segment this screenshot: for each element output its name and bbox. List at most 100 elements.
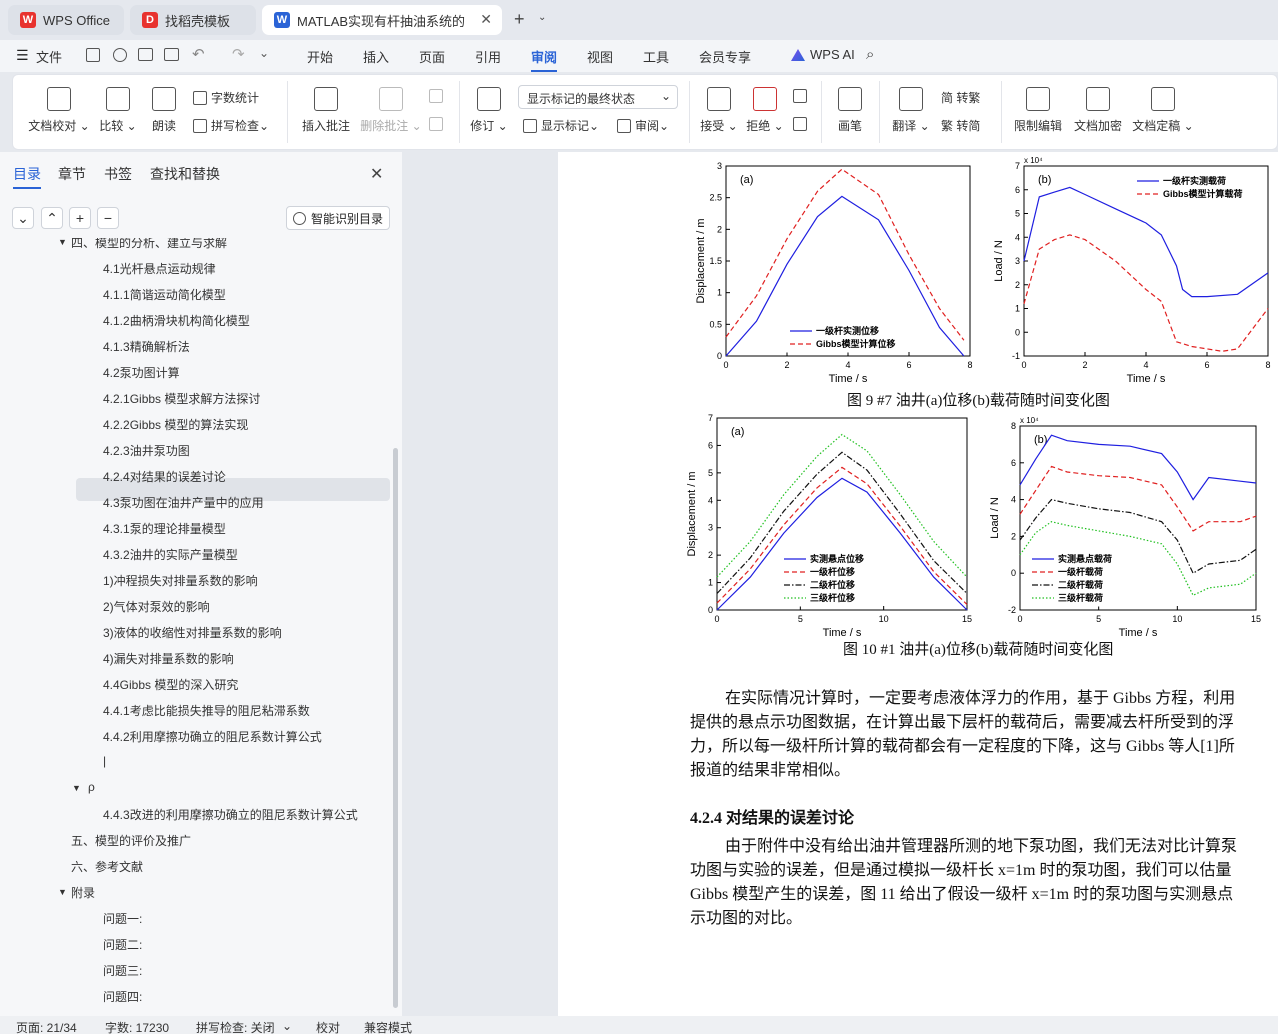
toc-expand-caret-icon[interactable]: ▼ <box>58 887 67 897</box>
toc-item[interactable]: 4.3泵功图在油井产量中的应用 <box>103 494 264 511</box>
toc-item[interactable]: 4.1.1简谐运动简化模型 <box>103 286 226 303</box>
toc-item[interactable]: 4.4Gibbs 模型的深入研究 <box>103 676 238 693</box>
redo-icon[interactable]: ↷ <box>232 45 245 63</box>
toc-item[interactable]: 1)冲程损失对排量系数的影响 <box>103 572 258 589</box>
menu-review[interactable]: 审阅 <box>531 47 558 72</box>
doc-proof-button[interactable]: 文档校对 ⌄ <box>27 87 91 134</box>
expand-button[interactable]: ⌃ <box>41 207 63 229</box>
page-indicator[interactable]: 页面: 21/34 <box>16 1019 77 1034</box>
next-change-button[interactable] <box>793 117 811 131</box>
tab-wps-office[interactable]: W WPS Office <box>8 5 124 35</box>
close-icon[interactable]: ✕ <box>370 164 383 184</box>
reject-button[interactable]: 拒绝 ⌄ <box>745 87 785 134</box>
wps-ai-icon[interactable] <box>791 49 805 61</box>
toc-item[interactable]: 4.4.1考虑比能损失推导的阻尼粘滞系数 <box>103 702 310 719</box>
read-aloud-button[interactable]: 朗读 <box>147 87 181 134</box>
word-count-button[interactable]: 字数统计 <box>193 89 259 106</box>
chevron-down-icon[interactable]: ⌄ <box>538 12 546 23</box>
menu-tools[interactable]: 工具 <box>643 47 669 66</box>
spell-check-status[interactable]: 拼写检查: 关闭 <box>196 1019 275 1034</box>
toc-item[interactable]: ρ <box>88 780 95 794</box>
toc-item[interactable]: 问题一: <box>103 910 142 927</box>
proof-status[interactable]: 校对 <box>316 1019 340 1034</box>
toc-item[interactable]: 4.2.1Gibbs 模型求解方法探讨 <box>103 390 260 407</box>
compare-button[interactable]: 比较 ⌄ <box>97 87 139 134</box>
toc-item[interactable]: 附录 <box>71 884 95 901</box>
save-icon[interactable] <box>86 48 100 62</box>
hamburger-icon[interactable]: ☰ <box>16 47 29 64</box>
remove-heading-button[interactable]: − <box>97 207 119 229</box>
toc-item[interactable]: 4.4.2利用摩擦功确立的阻尼系数计算公式 <box>103 728 322 745</box>
track-changes-button[interactable]: 修订 ⌄ <box>469 87 509 134</box>
spell-check-button[interactable]: 拼写检查 ⌄ <box>193 117 269 134</box>
next-comment-button[interactable] <box>429 117 447 131</box>
collapse-button[interactable]: ⌄ <box>12 207 34 229</box>
print-icon[interactable] <box>138 48 153 61</box>
prev-change-button[interactable] <box>793 89 811 103</box>
smart-toc-button[interactable]: 智能识别目录 <box>286 206 390 230</box>
menu-page[interactable]: 页面 <box>419 47 445 66</box>
menu-reference[interactable]: 引用 <box>475 47 501 66</box>
print-preview-icon[interactable] <box>164 48 179 61</box>
close-icon[interactable]: ✕ <box>480 11 492 28</box>
toc-item[interactable]: 3)液体的收缩性对排量系数的影响 <box>103 624 282 641</box>
review-pane-button[interactable]: 审阅 ⌄ <box>617 117 669 134</box>
toc-item[interactable]: 四、模型的分析、建立与求解 <box>71 238 227 251</box>
menu-file[interactable]: 文件 <box>36 47 62 66</box>
add-heading-button[interactable]: + <box>69 207 91 229</box>
insert-comment-button[interactable]: 插入批注 <box>299 87 353 134</box>
new-tab-icon[interactable]: + <box>514 9 525 30</box>
toc-item[interactable]: 问题四: <box>103 988 142 1005</box>
x-tick-label: 0 <box>1021 360 1026 370</box>
scrollbar[interactable] <box>393 448 398 1008</box>
menu-member[interactable]: 会员专享 <box>699 47 751 66</box>
toc-expand-caret-icon[interactable]: ▼ <box>58 238 67 247</box>
toc-item[interactable]: 六、参考文献 <box>71 858 143 875</box>
menu-insert[interactable]: 插入 <box>363 47 389 66</box>
toc-item[interactable]: 4)漏失对排量系数的影响 <box>103 650 234 667</box>
toc-item[interactable]: 4.1.2曲柄滑块机构简化模型 <box>103 312 250 329</box>
accept-button[interactable]: 接受 ⌄ <box>699 87 739 134</box>
toc-item[interactable]: 4.4.3改进的利用摩擦功确立的阻尼系数计算公式 <box>103 806 358 823</box>
to-traditional-button[interactable]: 简 转繁 <box>941 89 980 106</box>
toc-item[interactable]: 4.3.2油井的实际产量模型 <box>103 546 238 563</box>
toc-item[interactable]: 4.2.4对结果的误差讨论 <box>103 468 226 485</box>
encrypt-button[interactable]: 文档加密 <box>1071 87 1125 134</box>
tab-document[interactable]: W MATLAB实现有杆抽油系统的 ✕ <box>262 5 502 35</box>
toc-item[interactable]: 问题二: <box>103 936 142 953</box>
menu-wps-ai[interactable]: WPS AI <box>810 47 855 62</box>
translate-button[interactable]: 翻译 ⌄ <box>891 87 931 134</box>
menu-view[interactable]: 视图 <box>587 47 613 66</box>
tab-bookmarks[interactable]: 书签 <box>104 164 132 184</box>
delete-comment-button[interactable]: 删除批注 ⌄ <box>359 87 423 134</box>
tab-toc[interactable]: 目录 <box>13 164 41 189</box>
word-count-icon <box>193 90 207 105</box>
toc-item[interactable]: 4.3.1泵的理论排量模型 <box>103 520 226 537</box>
markup-state-select[interactable]: 显示标记的最终状态 ⌄ <box>518 85 678 109</box>
toc-item[interactable]: 五、模型的评价及推广 <box>71 832 191 849</box>
toc-item[interactable]: 4.2.3油井泵功图 <box>103 442 190 459</box>
tab-find-replace[interactable]: 查找和替换 <box>150 164 220 184</box>
undo-icon[interactable]: ↶ <box>192 45 205 63</box>
pen-button[interactable]: 画笔 <box>833 87 867 134</box>
toc-expand-caret-icon[interactable]: ▼ <box>72 783 81 793</box>
search-icon[interactable]: ⌕ <box>866 46 874 63</box>
export-icon[interactable] <box>113 48 127 62</box>
tab-chapters[interactable]: 章节 <box>58 164 86 184</box>
prev-comment-button[interactable] <box>429 89 447 103</box>
word-count[interactable]: 字数: 17230 <box>105 1019 169 1034</box>
more-icon[interactable]: ⌄ <box>259 46 269 60</box>
toc-item[interactable]: 4.1光杆悬点运动规律 <box>103 260 216 277</box>
toc-item[interactable]: 2)气体对泵效的影响 <box>103 598 210 615</box>
toc-item[interactable]: 问题三: <box>103 962 142 979</box>
finalize-button[interactable]: 文档定稿 ⌄ <box>1131 87 1195 134</box>
to-simplified-button[interactable]: 繁 转简 <box>941 117 980 134</box>
toc-item[interactable]: | <box>103 754 106 768</box>
menu-start[interactable]: 开始 <box>307 47 333 66</box>
toc-item[interactable]: 4.1.3精确解析法 <box>103 338 190 355</box>
toc-item[interactable]: 4.2泵功图计算 <box>103 364 180 381</box>
restrict-edit-button[interactable]: 限制编辑 <box>1011 87 1065 134</box>
tab-docer[interactable]: D 找稻壳模板 <box>130 5 256 35</box>
toc-item[interactable]: 4.2.2Gibbs 模型的算法实现 <box>103 416 248 433</box>
show-markup-button[interactable]: 显示标记 ⌄ <box>523 117 599 134</box>
